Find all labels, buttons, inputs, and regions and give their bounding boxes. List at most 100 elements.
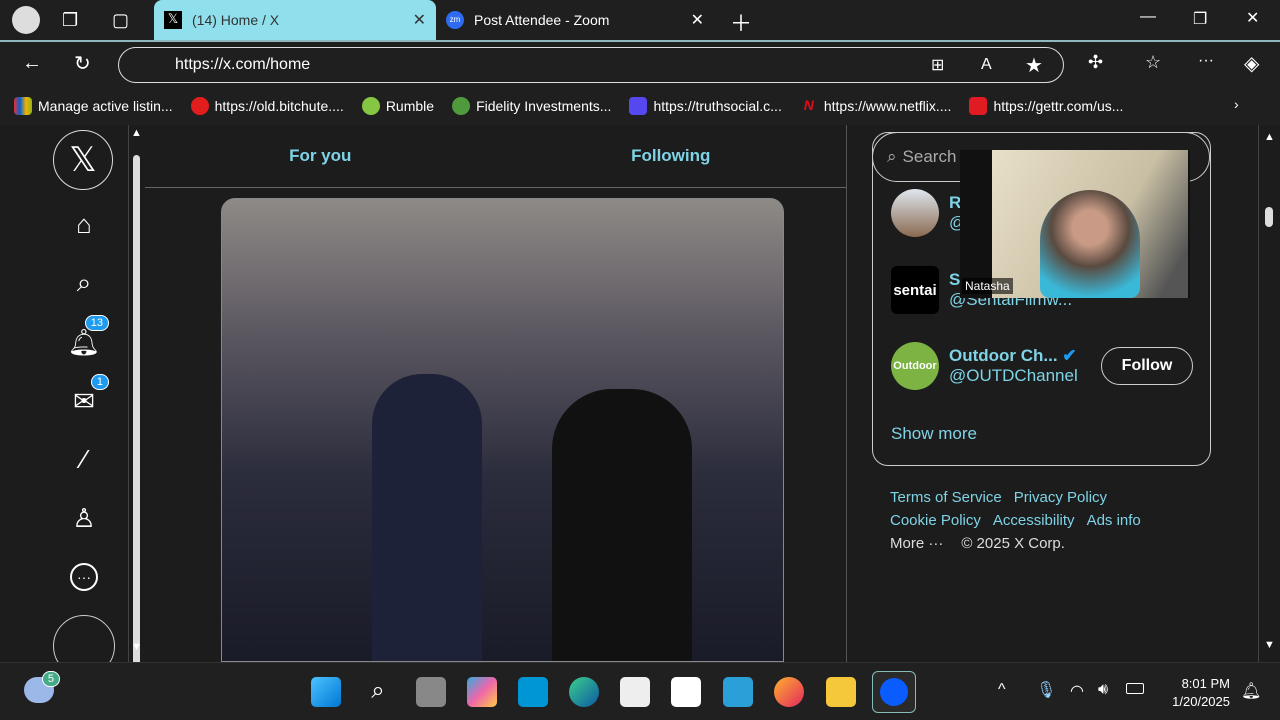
refresh-icon[interactable]: ↻ [74,51,91,76]
bookmark-label: https://gettr.com/us... [993,98,1124,114]
scroll-thumb[interactable] [1265,207,1273,227]
account-suggestion[interactable]: R @ [891,189,966,237]
show-more-link[interactable]: Show more [891,424,977,444]
netflix-icon: N [799,97,818,115]
firefox-icon[interactable] [774,677,804,707]
wifi-icon[interactable]: ◠ [1070,681,1084,701]
scroll-thumb[interactable] [133,155,140,665]
bookmark-item[interactable]: Rumble [361,97,435,115]
zoom-icon[interactable] [872,671,916,713]
privacy-link[interactable]: Privacy Policy [1014,489,1107,506]
search-icon[interactable]: ⌕ [63,262,105,304]
follow-button[interactable]: Follow [1101,347,1193,385]
copilot-icon[interactable]: ◈ [1244,51,1259,76]
extensions-icon[interactable]: ✣ [1088,52,1103,73]
myhp-icon[interactable] [518,677,548,707]
store-icon[interactable] [671,677,701,707]
cookie-link[interactable]: Cookie Policy [890,512,981,529]
home-icon[interactable]: ⌂ [63,203,105,245]
weather-widget[interactable]: 5 [24,671,60,703]
microphone-icon[interactable]: 🎙︎ [1036,680,1056,700]
rumble-icon [361,97,380,115]
accessibility-link[interactable]: Accessibility [993,512,1075,529]
gettr-icon [969,97,988,115]
verified-badge-icon: ✔ [1062,346,1077,365]
copilot-icon[interactable] [467,677,497,707]
bookmark-item[interactable]: https://gettr.com/us... [969,97,1123,115]
profile-icon[interactable]: ♙ [63,497,105,539]
profile-icon[interactable] [12,6,40,34]
more-icon[interactable]: ··· [70,563,98,591]
tab-x-home[interactable]: 𝕏 (14) Home / X ✕ [154,0,436,40]
clock[interactable]: 8:01 PM 1/20/2025 [1172,675,1230,711]
search-icon[interactable]: ⌕ [363,677,393,707]
account-handle: @OUTDChannel [949,366,1078,385]
post-video[interactable] [221,198,784,662]
copyright: © 2025 X Corp. [961,535,1065,552]
url-text: https://x.com/home [175,56,311,73]
battery-icon[interactable] [1126,683,1144,694]
bookmark-item[interactable]: Manage active listin... [14,97,173,115]
help-icon[interactable] [723,677,753,707]
scroll-down-arrow[interactable]: ▼ [1264,639,1275,651]
notifications-icon[interactable]: 🔔︎ 13 [63,315,109,363]
close-tab-icon[interactable]: ✕ [413,10,426,30]
more-menu-icon[interactable]: ··· [1198,52,1214,70]
tab-actions-icon[interactable]: ▢ [112,10,129,31]
show-hidden-icons[interactable]: ^ [998,681,1006,699]
x-logo-icon: 𝕏 [164,11,182,29]
x-logo-icon[interactable]: 𝕏 [53,130,113,190]
tab-zoom[interactable]: zm Post Attendee - Zoom ✕ [436,0,714,40]
footer-links: Terms of Service Privacy Policy Cookie Po… [890,486,1210,555]
back-icon[interactable]: ← [22,52,42,75]
close-window-button[interactable]: ✕ [1246,8,1259,28]
avatar [891,189,939,237]
minimize-button[interactable]: — [1140,8,1156,26]
file-explorer-icon[interactable] [826,677,856,707]
bookmarks-more-chevron-icon[interactable]: › [1234,96,1239,112]
timeline-tabs: For you Following [145,125,846,188]
bookmark-item[interactable]: https://truthsocial.c... [629,97,782,115]
task-view-icon[interactable] [416,677,446,707]
zoom-video-overlay[interactable]: Natasha [960,150,1190,298]
new-tab-button[interactable]: ＋ [730,6,752,38]
page-scrollbar[interactable]: ▲ ▼ [1258,125,1280,662]
ads-info-link[interactable]: Ads info [1087,512,1141,529]
fidelity-icon [452,97,471,115]
scroll-up-arrow[interactable]: ▲ [1264,131,1275,143]
start-icon[interactable] [311,677,341,707]
account-suggestion[interactable]: Outdoor Outdoor Ch... ✔ @OUTDChannel [891,342,1078,390]
read-aloud-icon[interactable]: A [981,56,992,74]
scroll-down-arrow[interactable]: ▼ [131,641,142,653]
tab-following[interactable]: Following [496,125,847,187]
messages-icon[interactable]: ✉ 1 [63,374,109,422]
participant-image [1040,190,1140,298]
bookmark-item[interactable]: https://old.bitchute.... [190,97,344,115]
terms-link[interactable]: Terms of Service [890,489,1002,506]
teams-icon[interactable] [620,677,650,707]
notification-bell-icon[interactable]: 🔔︎ [1241,681,1261,701]
edge-icon[interactable] [569,677,599,707]
split-screen-icon[interactable]: ⊞ [931,55,944,75]
video-figure [552,389,692,661]
bookmark-item[interactable]: Nhttps://www.netflix.... [799,97,952,115]
bookmark-label: Rumble [385,98,435,114]
url-input[interactable]: https://x.com/home ⊞ A ★ [118,47,1064,83]
left-scrollbar[interactable]: ▲ ▼ [128,125,145,665]
weather-badge: 5 [41,671,60,687]
workspaces-icon[interactable]: ❐ [62,10,78,31]
bookmark-label: https://www.netflix.... [823,98,952,114]
scroll-up-arrow[interactable]: ▲ [131,127,142,139]
favorite-star-icon[interactable]: ★ [1025,53,1043,78]
more-link[interactable]: More ··· [890,535,943,552]
grok-icon[interactable]: ⁄ [63,438,105,480]
close-tab-icon[interactable]: ✕ [691,10,704,30]
tab-for-you[interactable]: For you [145,125,496,187]
search-placeholder: Search [902,147,957,166]
favorites-icon[interactable]: ☆ [1145,52,1161,73]
restore-button[interactable]: ❐ [1193,9,1207,29]
volume-icon[interactable]: 🔊︎ [1098,681,1108,699]
bookmark-label: https://truthsocial.c... [653,98,782,114]
time: 8:01 PM [1181,676,1230,691]
bookmark-item[interactable]: Fidelity Investments... [452,97,611,115]
